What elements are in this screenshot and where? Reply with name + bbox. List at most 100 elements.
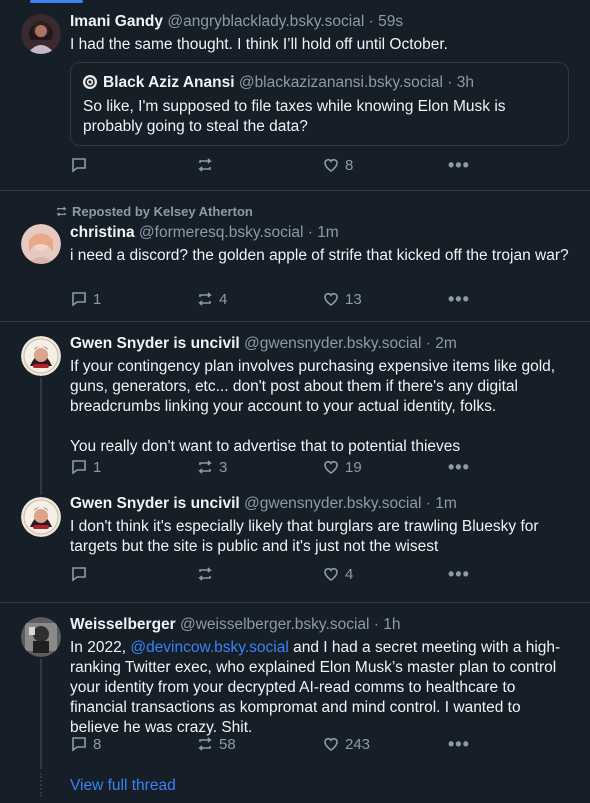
separator: · (425, 495, 431, 512)
post-header: Weisselberger @weisselberger.bsky.social… (70, 615, 572, 635)
repost-button[interactable]: 3 (196, 458, 227, 476)
post-imani[interactable]: Imani Gandy @angryblacklady.bsky.social … (0, 0, 590, 191)
like-button[interactable]: 243 (322, 735, 370, 753)
author-handle[interactable]: @angryblacklady.bsky.social (167, 13, 364, 30)
author-name[interactable]: christina (70, 224, 135, 241)
repost-count: 4 (219, 290, 228, 308)
like-count: 8 (345, 156, 354, 174)
reply-icon (72, 158, 86, 173)
repost-count: 3 (219, 458, 228, 476)
post-text: If your contingency plan involves purcha… (70, 358, 556, 415)
reply-button[interactable]: 1 (70, 458, 101, 476)
repost-icon (56, 206, 67, 217)
post-header: Imani Gandy @angryblacklady.bsky.social … (70, 12, 572, 32)
quoted-post[interactable]: Black Aziz Anansi @blackazizanansi.bsky.… (70, 62, 569, 146)
heart-icon (324, 738, 338, 751)
repost-icon (198, 158, 212, 172)
post-text: I don't think it's especially likely tha… (70, 518, 539, 555)
reply-button[interactable] (70, 565, 93, 583)
post-header: christina @formeresq.bsky.social · 1m (70, 223, 572, 243)
more-options-icon[interactable]: ••• (448, 735, 470, 753)
more-options-icon[interactable]: ••• (448, 156, 470, 174)
post-actions: 8 58 243 ••• (70, 735, 470, 755)
like-button[interactable]: 8 (322, 156, 353, 174)
reply-count: 1 (93, 458, 102, 476)
timestamp[interactable]: 59s (378, 13, 403, 30)
separator: · (373, 616, 379, 633)
like-count: 13 (345, 290, 362, 308)
post-header: Gwen Snyder is uncivil @gwensnyder.bsky.… (70, 334, 572, 354)
post-header: Gwen Snyder is uncivil @gwensnyder.bsky.… (70, 494, 572, 514)
timestamp[interactable]: 1m (435, 495, 457, 512)
reply-icon (72, 292, 86, 307)
post-actions: 1 4 13 ••• (70, 290, 470, 310)
post-christina[interactable]: Reposted by Kelsey Atherton christina @f… (0, 191, 590, 322)
avatar[interactable] (21, 14, 61, 54)
reply-button[interactable]: 8 (70, 735, 101, 753)
more-options-icon[interactable]: ••• (448, 458, 470, 476)
avatar[interactable] (21, 336, 61, 376)
quote-text: So like, I'm supposed to file taxes whil… (83, 98, 506, 135)
like-count: 19 (345, 458, 362, 476)
repost-label: Reposted by Kelsey Atherton (72, 204, 253, 219)
view-full-thread-link[interactable]: View full thread (70, 777, 176, 795)
repost-icon (198, 737, 212, 751)
post-text-before-mention: In 2022, (70, 639, 131, 656)
reply-count: 1 (93, 290, 102, 308)
reply-icon (72, 567, 86, 582)
separator: · (368, 13, 374, 30)
reply-icon (72, 737, 86, 752)
author-handle[interactable]: @weisselberger.bsky.social (180, 616, 369, 633)
thread-line-dotted (40, 773, 42, 797)
post-text: In 2022, @devincow.bsky.social and I had… (70, 638, 572, 738)
like-button[interactable]: 13 (322, 290, 362, 308)
author-name[interactable]: Gwen Snyder is uncivil (70, 335, 240, 352)
separator: · (447, 74, 453, 91)
reply-button[interactable] (70, 156, 93, 174)
post-gwen-1[interactable]: Gwen Snyder is uncivil @gwensnyder.bsky.… (0, 322, 590, 487)
author-handle[interactable]: @gwensnyder.bsky.social (244, 495, 421, 512)
quote-header: Black Aziz Anansi @blackazizanansi.bsky.… (103, 73, 563, 93)
post-actions: 1 3 19 ••• (70, 458, 470, 478)
repost-indicator[interactable]: Reposted by Kelsey Atherton (55, 204, 253, 219)
reply-icon (72, 460, 86, 475)
heart-icon (324, 568, 338, 581)
like-count: 4 (345, 565, 354, 583)
post-gwen-2[interactable]: Gwen Snyder is uncivil @gwensnyder.bsky.… (0, 487, 590, 603)
heart-icon (324, 293, 338, 306)
avatar[interactable] (21, 497, 61, 537)
like-count: 243 (345, 735, 371, 753)
post-text-paragraph-2: You really don't want to advertise that … (70, 438, 461, 455)
author-name[interactable]: Imani Gandy (70, 13, 163, 30)
repost-button[interactable]: 58 (196, 735, 236, 753)
author-name[interactable]: Weisselberger (70, 616, 176, 633)
like-button[interactable]: 4 (322, 565, 353, 583)
timestamp[interactable]: 2m (435, 335, 457, 352)
post-text: I had the same thought. I think I’ll hol… (70, 36, 448, 53)
quote-author-name: Black Aziz Anansi (103, 74, 235, 91)
reply-count: 8 (93, 735, 102, 753)
timestamp[interactable]: 1h (383, 616, 400, 633)
more-options-icon[interactable]: ••• (448, 290, 470, 308)
avatar[interactable] (21, 617, 61, 657)
mention-link[interactable]: @devincow.bsky.social (130, 639, 288, 656)
repost-icon (198, 567, 212, 581)
like-button[interactable]: 19 (322, 458, 362, 476)
repost-button[interactable]: 4 (196, 290, 227, 308)
thread-line (40, 487, 42, 495)
author-name[interactable]: Gwen Snyder is uncivil (70, 495, 240, 512)
repost-button[interactable] (196, 565, 219, 583)
author-handle[interactable]: @formeresq.bsky.social (139, 224, 303, 241)
heart-icon (324, 461, 338, 474)
avatar[interactable] (21, 224, 61, 264)
quote-author-handle: @blackazizanansi.bsky.social (238, 74, 443, 91)
repost-count: 58 (219, 735, 236, 753)
repost-icon (198, 460, 212, 474)
repost-button[interactable] (196, 156, 219, 174)
post-text: i need a discord? the golden apple of st… (70, 247, 569, 264)
post-weisselberger[interactable]: Weisselberger @weisselberger.bsky.social… (0, 603, 590, 803)
more-options-icon[interactable]: ••• (448, 565, 470, 583)
author-handle[interactable]: @gwensnyder.bsky.social (244, 335, 421, 352)
reply-button[interactable]: 1 (70, 290, 101, 308)
timestamp[interactable]: 1m (317, 224, 339, 241)
